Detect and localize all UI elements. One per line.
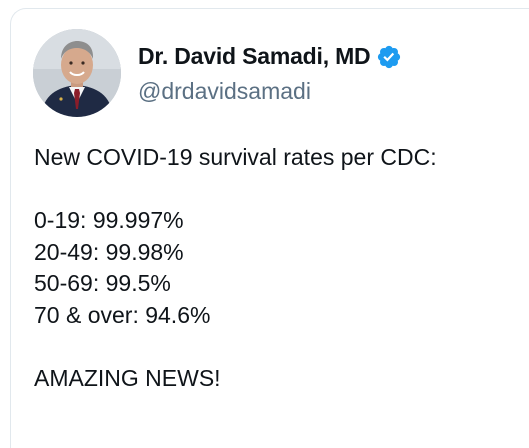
avatar-image — [33, 29, 121, 117]
tweet-card[interactable]: Dr. David Samadi, MD @drdavidsamadi New … — [10, 8, 529, 448]
tweet-intro-line: New COVID-19 survival rates per CDC: — [34, 144, 437, 170]
tweet-header: Dr. David Samadi, MD @drdavidsamadi — [33, 29, 402, 117]
rate-line-70-over: 70 & over: 94.6% — [34, 301, 211, 328]
rate-line-50-69: 50-69: 99.5% — [34, 270, 171, 296]
rate-line-20-49: 20-49: 99.98% — [34, 238, 184, 265]
verified-badge-icon — [376, 44, 402, 70]
author-info: Dr. David Samadi, MD @drdavidsamadi — [138, 42, 402, 105]
avatar[interactable] — [33, 29, 121, 117]
author-display-name[interactable]: Dr. David Samadi, MD — [138, 43, 371, 70]
name-row: Dr. David Samadi, MD — [138, 42, 402, 72]
rate-line-0-19: 0-19: 99.997% — [34, 207, 184, 233]
author-handle[interactable]: @drdavidsamadi — [138, 78, 402, 105]
tweet-text: New COVID-19 survival rates per CDC: 0-1… — [34, 142, 514, 394]
tweet-closing-line: AMAZING NEWS! — [34, 364, 221, 391]
